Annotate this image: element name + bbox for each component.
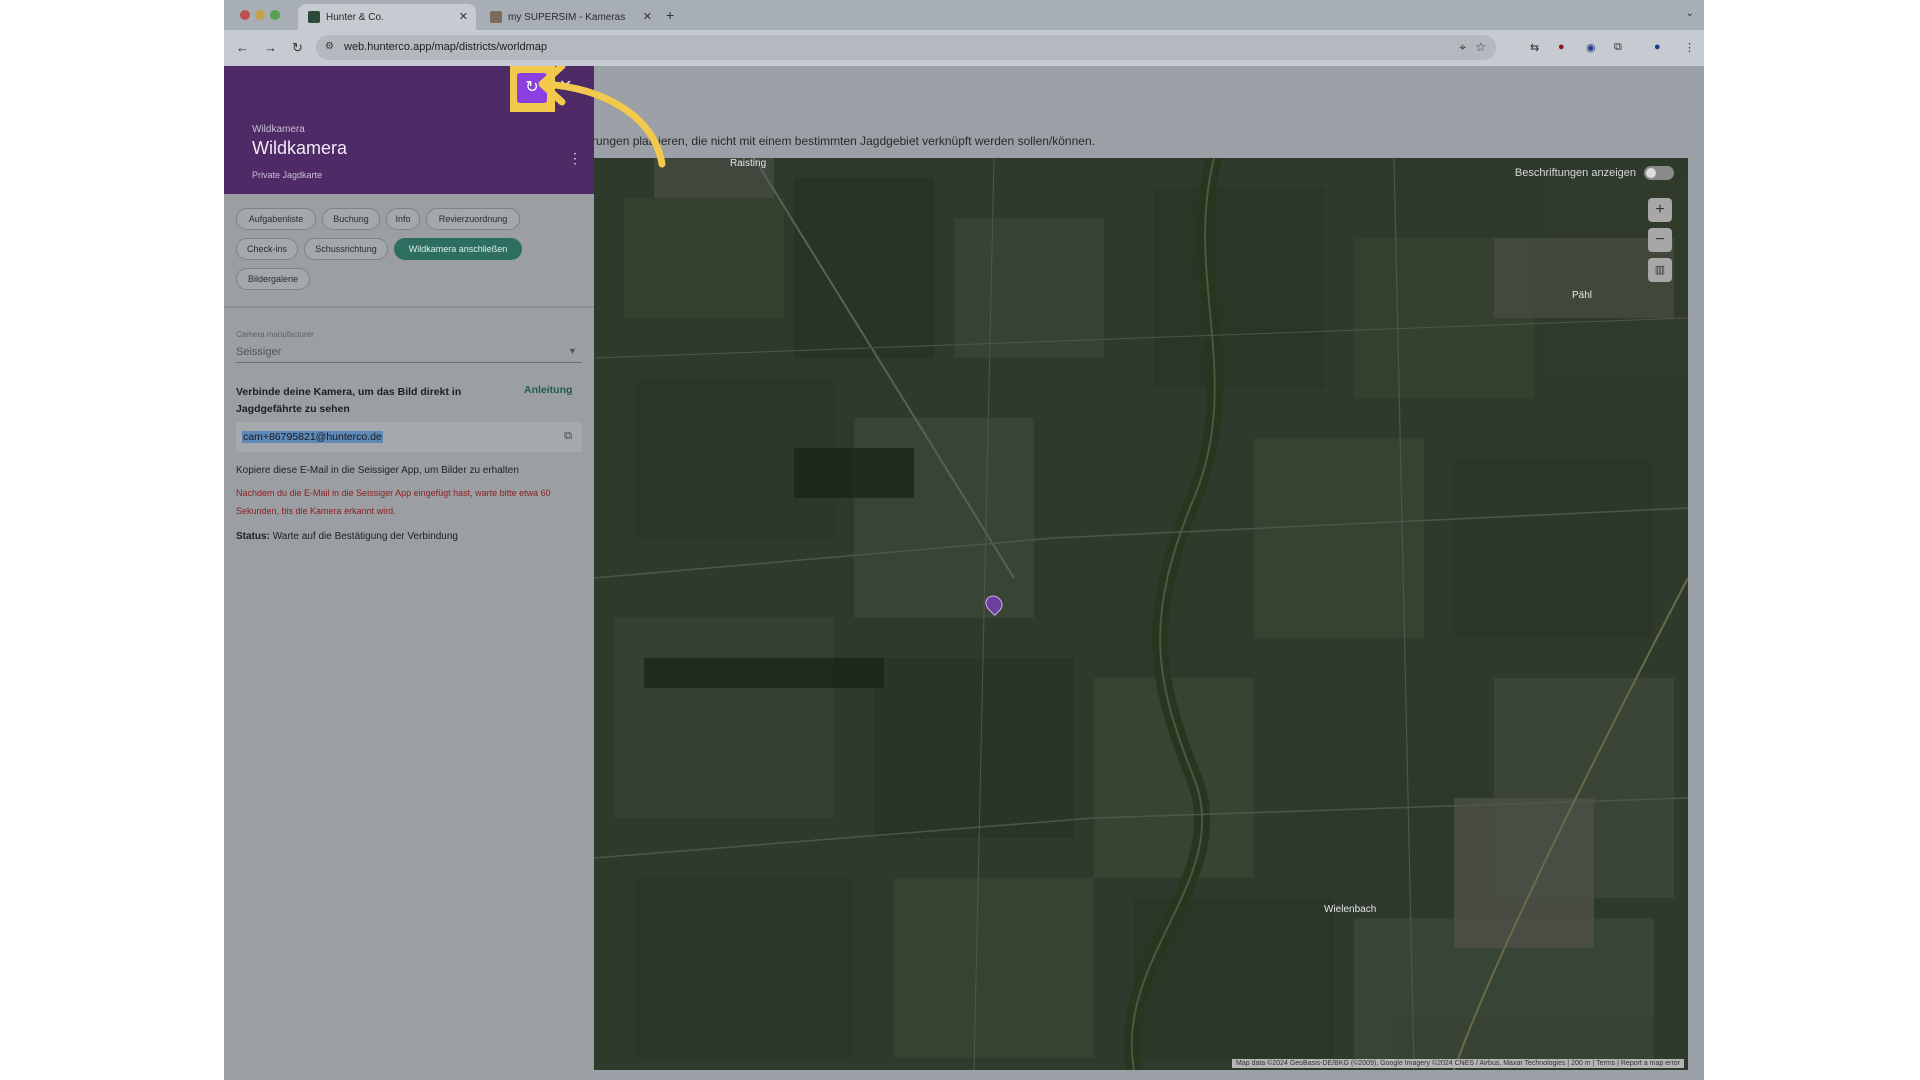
browser-toolbar: ← → ↻ ⚙ web.hunterco.app/map/districts/w… [224, 30, 1704, 66]
close-tab-icon[interactable]: ✕ [643, 10, 652, 23]
status-value: Warte auf die Bestätigung der Verbindung [272, 531, 458, 542]
location-icon[interactable]: ⌖ [1459, 40, 1466, 55]
chip-info[interactable]: Info [386, 208, 420, 230]
chip-wildkamera-anschliessen[interactable]: Wildkamera anschließen [394, 238, 522, 260]
app-content: rungen platzieren, die nicht mit einem b… [224, 66, 1704, 1080]
translate-icon[interactable]: ⇆ [1530, 41, 1539, 54]
status-label: Status: [236, 531, 270, 542]
map-imagery [594, 158, 1688, 1070]
chip-schussrichtung[interactable]: Schussrichtung [304, 238, 388, 260]
map-layers-icon[interactable]: ▥ [1648, 258, 1672, 282]
manufacturer-label: Camera manufacturer [236, 330, 314, 339]
hunter-favicon-icon [308, 11, 320, 23]
manufacturer-select[interactable]: Seissiger [236, 346, 281, 358]
reload-icon[interactable]: ↻ [292, 40, 303, 56]
email-value[interactable]: cam+86795821@hunterco.de [242, 431, 383, 443]
maximize-window-button[interactable] [270, 10, 280, 20]
connect-instruction: Verbinde deine Kamera, um das Bild direk… [236, 386, 462, 415]
browser-menu-icon[interactable]: ⋮ [1684, 41, 1695, 54]
divider [224, 306, 594, 308]
bookmark-star-icon[interactable]: ☆ [1475, 40, 1486, 54]
labels-toggle-switch[interactable] [1644, 166, 1674, 180]
chip-bildergalerie[interactable]: Bildergalerie [236, 268, 310, 290]
place-label: Pähl [1572, 290, 1593, 301]
zoom-out-button[interactable]: − [1648, 228, 1672, 252]
dropdown-caret-icon[interactable]: ▼ [568, 346, 577, 356]
profile-avatar-icon[interactable]: ● [1654, 41, 1661, 53]
tab-title: my SUPERSIM - Kameras [508, 11, 626, 23]
site-settings-icon[interactable]: ⚙ [325, 41, 334, 52]
tab-hunter[interactable]: Hunter & Co. ✕ [298, 4, 476, 30]
copy-hint: Kopiere diese E-Mail in die Seissiger Ap… [236, 465, 519, 476]
place-label: Wielenbach [1324, 904, 1377, 915]
extension-password-icon[interactable]: ◉ [1586, 41, 1596, 54]
chip-aufgabenliste[interactable]: Aufgabenliste [236, 208, 316, 230]
extensions-puzzle-icon[interactable]: ⧉ [1614, 41, 1622, 54]
copy-icon[interactable]: ⧉ [564, 430, 572, 443]
map-attribution: Map data ©2024 GeoBasis-DE/BKG (©2009), … [1232, 1059, 1684, 1068]
email-field[interactable]: cam+86795821@hunterco.de ⧉ [236, 422, 582, 452]
close-window-button[interactable] [240, 10, 250, 20]
minimize-window-button[interactable] [255, 10, 265, 20]
place-label: Raisting [730, 158, 767, 169]
browser-window: Hunter & Co. ✕ my SUPERSIM - Kameras ✕ +… [224, 0, 1704, 1080]
extension-red-icon[interactable]: ● [1558, 41, 1565, 53]
new-tab-icon[interactable]: + [666, 7, 674, 23]
tab-title: Hunter & Co. [326, 11, 384, 23]
camera-panel: ↻ ✕ Wildkamera Wildkamera Private Jagdka… [224, 66, 594, 1080]
address-bar[interactable]: ⚙ web.hunterco.app/map/districts/worldma… [316, 35, 1496, 60]
chip-buchung[interactable]: Buchung [322, 208, 380, 230]
connection-status: Status: Warte auf die Bestätigung der Ve… [236, 531, 458, 542]
tab-bar: Hunter & Co. ✕ my SUPERSIM - Kameras ✕ +… [224, 0, 1704, 30]
chip-check-ins[interactable]: Check-ins [236, 238, 298, 260]
satellite-map[interactable]: Beschriftungen anzeigen + − ▥ Raisting W… [594, 158, 1688, 1070]
url-text: web.hunterco.app/map/districts/worldmap [344, 41, 547, 53]
forward-icon[interactable]: → [264, 40, 277, 55]
tab-supersim[interactable]: my SUPERSIM - Kameras ✕ [480, 4, 660, 30]
guide-link[interactable]: Anleitung [524, 384, 572, 396]
chevron-down-icon[interactable]: ⌄ [1686, 8, 1694, 19]
manufacturer-underline [236, 362, 582, 363]
tutorial-arrow-icon [538, 66, 666, 168]
close-tab-icon[interactable]: ✕ [459, 10, 468, 23]
zoom-in-button[interactable]: + [1648, 198, 1672, 222]
back-icon[interactable]: ← [236, 40, 249, 55]
labels-toggle-label: Beschriftungen anzeigen [1514, 167, 1636, 179]
wait-warning: Nachdem du die E-Mail in die Seissiger A… [236, 488, 551, 516]
chip-revierzuordnung[interactable]: Revierzuordnung [426, 208, 520, 230]
supersim-favicon-icon [490, 11, 502, 23]
